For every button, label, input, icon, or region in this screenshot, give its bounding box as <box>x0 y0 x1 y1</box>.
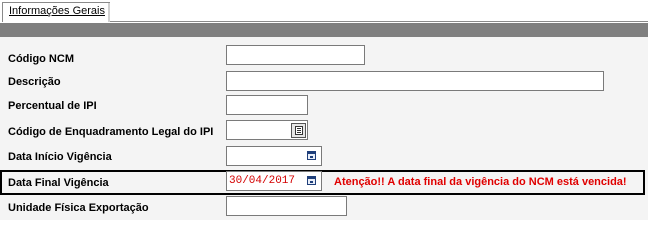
list-lookup-icon[interactable] <box>291 123 306 138</box>
calendar-icon[interactable] <box>307 151 316 160</box>
section-header-bar <box>0 23 648 37</box>
codigo-ncm-label: Código NCM <box>8 53 74 65</box>
tab-informacoes-gerais[interactable]: Informações Gerais <box>2 2 110 22</box>
tab-shadow <box>108 3 110 22</box>
data-inicio-label: Data Início Vigência <box>8 151 112 163</box>
descricao-input[interactable] <box>226 71 604 91</box>
codigo-ncm-input[interactable] <box>226 45 365 65</box>
expired-warning-text: Atenção!! A data final da vigência do NC… <box>334 176 627 188</box>
data-final-value: 30/04/2017 <box>229 175 296 187</box>
descricao-label: Descrição <box>8 76 61 88</box>
data-final-label: Data Final Vigência <box>8 177 109 189</box>
enquadramento-ipi-label: Código de Enquadramento Legal do IPI <box>8 126 214 138</box>
unidade-fisica-label: Unidade Física Exportação <box>8 202 149 214</box>
tab-strip: Informações Gerais <box>0 0 648 23</box>
tab-label: Informações Gerais <box>9 5 105 17</box>
tab-divider <box>110 21 648 22</box>
calendar-icon[interactable] <box>307 176 316 185</box>
unidade-fisica-input[interactable] <box>226 196 347 216</box>
percentual-ipi-label: Percentual de IPI <box>8 100 97 112</box>
percentual-ipi-input[interactable] <box>226 95 308 115</box>
